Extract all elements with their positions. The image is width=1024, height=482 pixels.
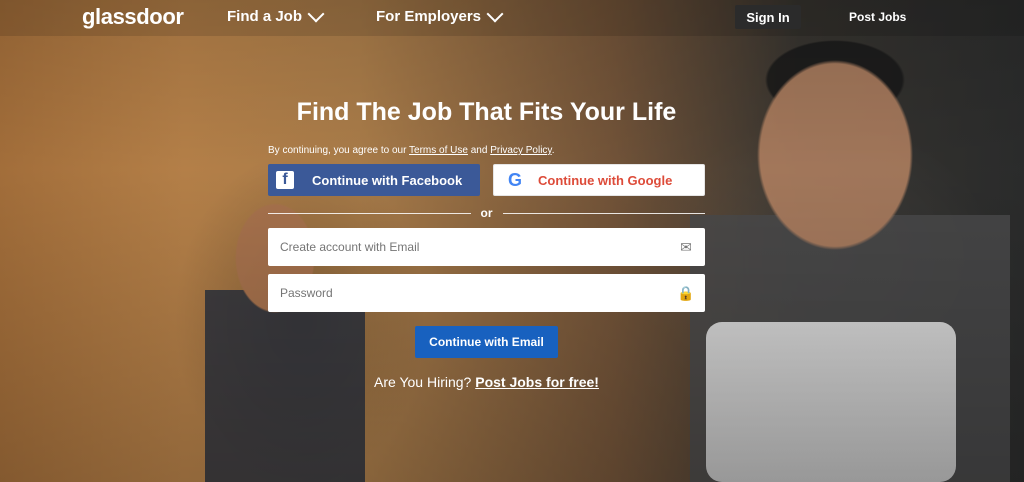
continue-with-google-button[interactable]: G Continue with Google — [493, 164, 705, 196]
google-icon: G — [507, 169, 522, 190]
post-jobs-link[interactable]: Post Jobs — [849, 10, 906, 24]
find-a-job-label: Find a Job — [227, 8, 302, 25]
facebook-button-label: Continue with Facebook — [312, 172, 463, 188]
terms-prefix: By continuing, you agree to our — [268, 145, 410, 156]
or-divider: or — [268, 206, 705, 220]
password-field[interactable]: 🔒 — [268, 274, 705, 312]
email-button-wrapper: Continue with Email — [268, 326, 705, 358]
password-input[interactable] — [278, 285, 677, 301]
nav-find-a-job[interactable]: Find a Job — [227, 5, 325, 25]
lock-icon: 🔒 — [677, 284, 695, 301]
privacy-policy-link[interactable]: Privacy Policy — [490, 145, 552, 156]
terms-of-use-link[interactable]: Terms of Use — [409, 145, 468, 156]
for-employers-label: For Employers — [376, 8, 482, 25]
continue-with-email-button[interactable]: Continue with Email — [415, 326, 558, 358]
email-input[interactable] — [278, 239, 677, 255]
or-text: or — [480, 206, 493, 220]
terms-and: and — [467, 145, 491, 156]
email-field[interactable]: ✉ — [268, 228, 705, 266]
glassdoor-logo[interactable]: glassdoor — [82, 4, 184, 30]
post-jobs-free-link[interactable]: Post Jobs for free! — [475, 374, 599, 390]
hiring-prefix: Are You Hiring? — [374, 374, 476, 390]
divider-line-left — [268, 212, 471, 214]
terms-suffix: . — [551, 145, 555, 156]
social-login-row: f Continue with Facebook G Continue with… — [268, 164, 705, 196]
google-button-label: Continue with Google — [538, 172, 673, 188]
top-navigation: glassdoor Find a Job For Employers Sign … — [0, 0, 1024, 36]
sign-in-button[interactable]: Sign In — [735, 5, 801, 29]
facebook-icon: f — [276, 171, 294, 189]
chevron-down-icon — [307, 5, 325, 23]
terms-text: By continuing, you agree to our Terms of… — [268, 145, 705, 156]
continue-with-facebook-button[interactable]: f Continue with Facebook — [268, 164, 480, 196]
signup-panel: Find The Job That Fits Your Life By cont… — [268, 98, 705, 390]
chevron-down-icon — [486, 5, 504, 23]
hiring-text: Are You Hiring? Post Jobs for free! — [268, 374, 705, 390]
page-title: Find The Job That Fits Your Life — [296, 98, 677, 126]
nav-for-employers[interactable]: For Employers — [376, 5, 504, 25]
mail-icon: ✉ — [680, 238, 692, 255]
divider-line-right — [502, 212, 705, 214]
